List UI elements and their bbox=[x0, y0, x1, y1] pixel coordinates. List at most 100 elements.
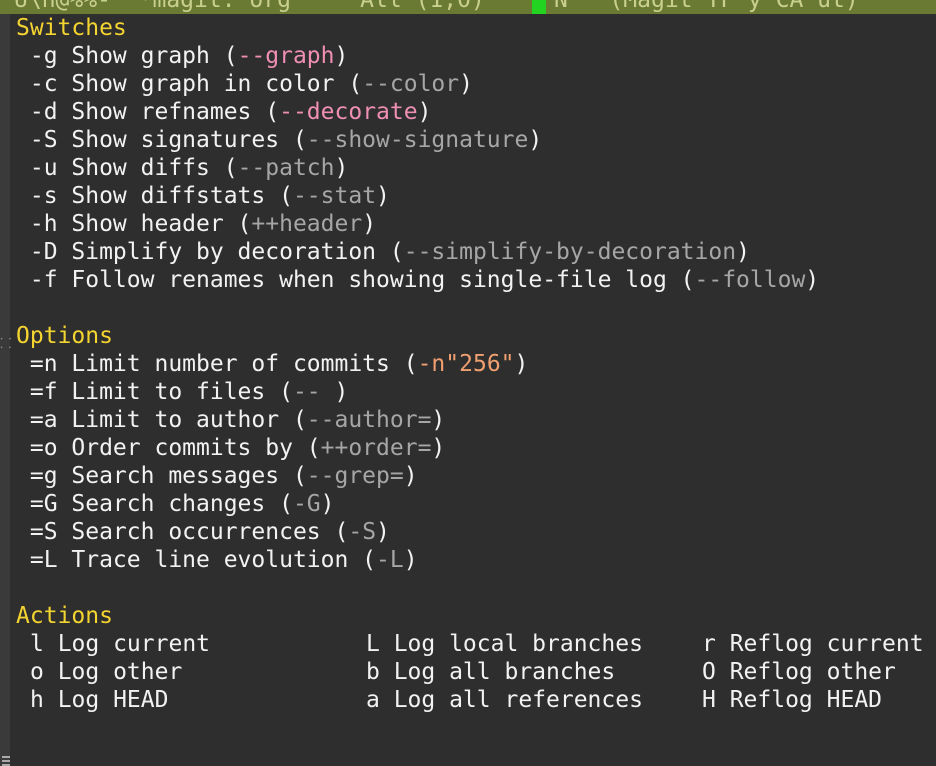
switch-paren: ) bbox=[334, 43, 349, 69]
action-item[interactable]: H Reflog HEAD bbox=[702, 686, 936, 714]
option-item[interactable]: =o Order commits by (++order=) bbox=[16, 434, 936, 462]
switch-arg: --show-signature bbox=[306, 127, 529, 153]
fringe-scroll-icon bbox=[2, 756, 10, 766]
option-key: =o bbox=[16, 435, 72, 461]
switch-key: -s bbox=[16, 183, 72, 209]
switch-item[interactable]: -g Show graph (--graph) bbox=[16, 42, 936, 70]
option-item[interactable]: =G Search changes (-G) bbox=[16, 490, 936, 518]
option-paren: ) bbox=[403, 547, 418, 573]
option-label: Search changes ( bbox=[71, 491, 293, 517]
switches-list: -g Show graph (--graph) -c Show graph in… bbox=[16, 42, 936, 294]
switch-label: Show diffs ( bbox=[71, 155, 238, 181]
action-item[interactable]: O Reflog other bbox=[702, 658, 936, 686]
option-paren: ) bbox=[431, 435, 446, 461]
option-item[interactable]: =a Limit to author (--author=) bbox=[16, 406, 936, 434]
magit-log-popup: Switches -g Show graph (--graph) -c Show… bbox=[16, 14, 936, 714]
switch-key: -c bbox=[16, 71, 72, 97]
option-arg: -n bbox=[417, 351, 446, 377]
switch-label: Show diffstats ( bbox=[71, 183, 293, 209]
action-item[interactable]: l Log current bbox=[16, 630, 366, 658]
option-key: =n bbox=[16, 351, 72, 377]
options-list: =n Limit number of commits (-n"256") =f … bbox=[16, 350, 936, 574]
option-label: Search messages ( bbox=[71, 463, 307, 489]
switch-label: Show header ( bbox=[71, 211, 252, 237]
option-label: Limit number of commits ( bbox=[71, 351, 418, 377]
switch-item[interactable]: -f Follow renames when showing single-fi… bbox=[16, 266, 936, 294]
switch-label: Show graph ( bbox=[71, 43, 238, 69]
switch-arg: --decorate bbox=[279, 99, 418, 125]
switch-label: Simplify by decoration ( bbox=[71, 239, 404, 265]
option-item[interactable]: =g Search messages (--grep=) bbox=[16, 462, 936, 490]
options-heading: Options bbox=[16, 323, 113, 349]
option-key: =f bbox=[16, 379, 72, 405]
action-item[interactable]: h Log HEAD bbox=[16, 686, 366, 714]
switch-key: -S bbox=[16, 127, 72, 153]
option-arg: -- bbox=[292, 379, 335, 405]
option-key: =g bbox=[16, 463, 72, 489]
option-key: =L bbox=[16, 547, 72, 573]
switch-arg: --graph bbox=[237, 43, 335, 69]
option-key: =G bbox=[16, 491, 72, 517]
actions-row: o Log other b Log all branches O Reflog ot… bbox=[16, 658, 936, 686]
mode-line-text: U\n@%%- *magit: org All (1,0) N (Magit T… bbox=[14, 0, 859, 13]
option-arg: ++order= bbox=[320, 435, 432, 461]
action-item[interactable]: b Log all branches bbox=[366, 658, 702, 686]
switch-key: -f bbox=[16, 267, 72, 293]
option-paren: ) bbox=[403, 463, 418, 489]
action-item[interactable]: L Log local branches bbox=[366, 630, 702, 658]
left-fringe: ⸬ bbox=[0, 14, 12, 766]
switch-item[interactable]: -s Show diffstats (--stat) bbox=[16, 182, 936, 210]
switch-paren: ) bbox=[459, 71, 473, 97]
switch-label: Show refnames ( bbox=[71, 99, 280, 125]
fringe-marker-icon: ⸬ bbox=[0, 336, 12, 352]
switch-key: -h bbox=[16, 211, 72, 237]
switch-item[interactable]: -d Show refnames (--decorate) bbox=[16, 98, 936, 126]
option-label: Trace line evolution ( bbox=[71, 547, 377, 573]
switch-item[interactable]: -u Show diffs (--patch) bbox=[16, 154, 936, 182]
switch-paren: ) bbox=[805, 267, 820, 293]
action-item[interactable]: o Log other bbox=[16, 658, 366, 686]
option-arg: -L bbox=[376, 547, 404, 573]
option-paren: ) bbox=[431, 407, 446, 433]
option-item[interactable]: =f Limit to files (-- ) bbox=[16, 378, 936, 406]
switch-item[interactable]: -D Simplify by decoration (--simplify-by… bbox=[16, 238, 936, 266]
option-item[interactable]: =n Limit number of commits (-n"256") bbox=[16, 350, 936, 378]
option-arg: -S bbox=[348, 519, 377, 545]
option-label: Order commits by ( bbox=[71, 435, 321, 461]
option-paren: ) bbox=[334, 379, 349, 405]
switch-arg: --patch bbox=[237, 155, 335, 181]
option-paren: ) bbox=[320, 491, 335, 517]
switch-arg: --stat bbox=[292, 183, 377, 209]
switch-item[interactable]: -h Show header (++header) bbox=[16, 210, 936, 238]
option-arg: -G bbox=[292, 491, 321, 517]
option-key: =S bbox=[16, 519, 72, 545]
option-label: Search occurrences ( bbox=[71, 519, 349, 545]
action-item[interactable]: r Reflog current bbox=[702, 630, 936, 658]
switch-label: Follow renames when showing single-file … bbox=[71, 267, 695, 293]
switch-label: Show graph in color ( bbox=[71, 71, 363, 97]
mode-line-indicator bbox=[532, 0, 546, 14]
switch-arg: --color bbox=[362, 71, 460, 97]
switch-key: -u bbox=[16, 155, 72, 181]
switch-paren: ) bbox=[376, 183, 390, 209]
option-arg: --grep= bbox=[306, 463, 404, 489]
switch-item[interactable]: -c Show graph in color (--color) bbox=[16, 70, 936, 98]
action-item[interactable]: a Log all references bbox=[366, 686, 702, 714]
option-label: Limit to author ( bbox=[71, 407, 307, 433]
switch-paren: ) bbox=[334, 155, 349, 181]
switch-item[interactable]: -S Show signatures (--show-signature) bbox=[16, 126, 936, 154]
switch-paren: ) bbox=[528, 127, 543, 153]
switch-paren: ) bbox=[417, 99, 432, 125]
switch-key: -D bbox=[16, 239, 72, 265]
option-label: Limit to files ( bbox=[71, 379, 293, 405]
actions-heading: Actions bbox=[16, 603, 113, 629]
switch-label: Show signatures ( bbox=[71, 127, 307, 153]
option-item[interactable]: =L Trace line evolution (-L) bbox=[16, 546, 936, 574]
mode-line: U\n@%%- *magit: org All (1,0) N (Magit T… bbox=[0, 0, 936, 14]
switch-arg: ++header bbox=[251, 211, 363, 237]
option-item[interactable]: =S Search occurrences (-S) bbox=[16, 518, 936, 546]
option-paren: ) bbox=[514, 351, 529, 377]
actions-row: l Log current L Log local branches r Reflo… bbox=[16, 630, 936, 658]
option-key: =a bbox=[16, 407, 72, 433]
actions-grid: l Log current L Log local branches r Reflo… bbox=[16, 630, 936, 714]
